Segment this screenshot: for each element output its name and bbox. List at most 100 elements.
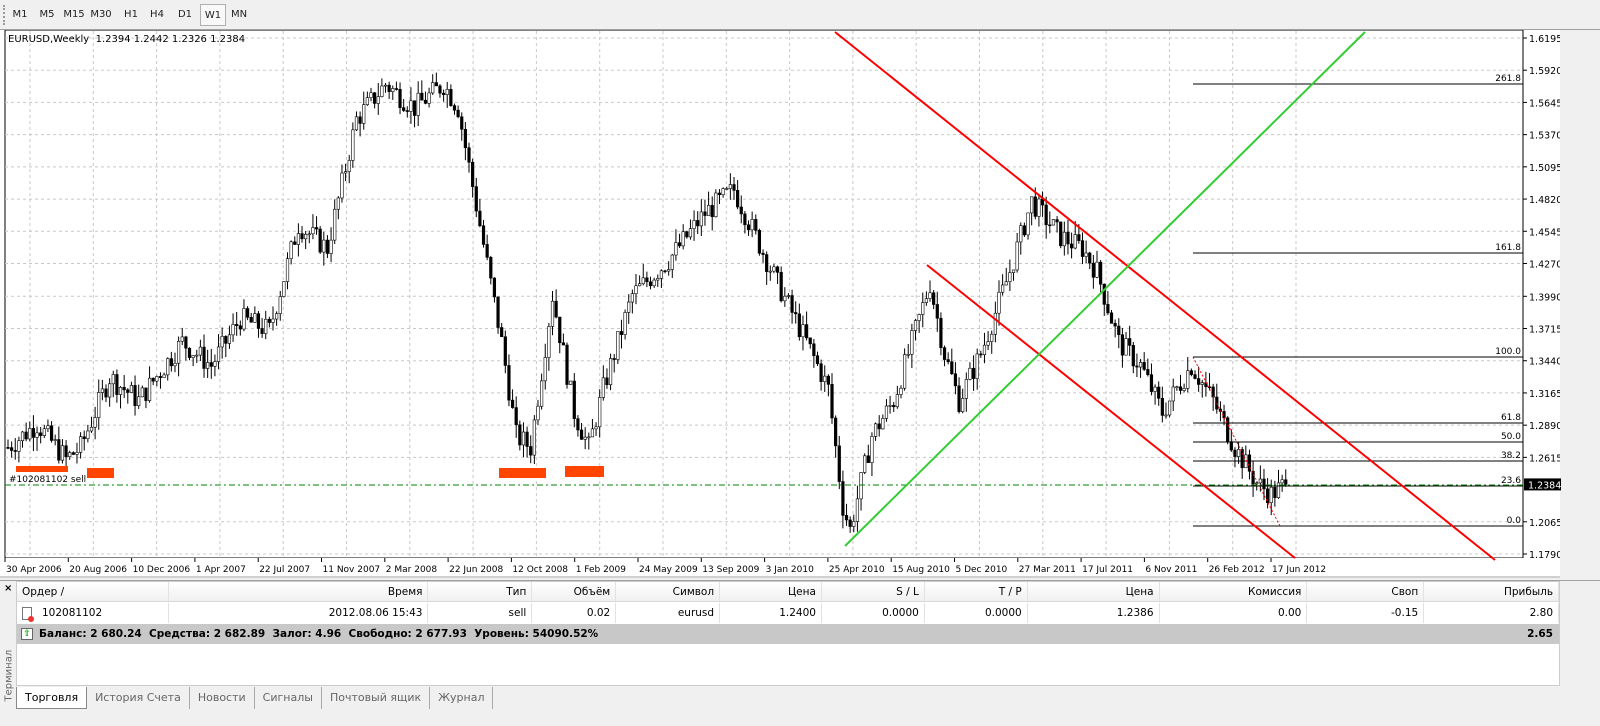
chart-title: EURUSD,Weekly 1.2394 1.2442 1.2326 1.238…: [8, 34, 245, 45]
candle-bull: [1171, 386, 1175, 402]
terminal-sidebar: × Терминал: [0, 581, 16, 726]
tab-0[interactable]: Торговля: [16, 687, 88, 709]
candle-bull: [638, 283, 642, 287]
candle-bull: [177, 340, 181, 364]
timeframe-d1[interactable]: D1: [172, 4, 198, 26]
timeframe-h4[interactable]: H4: [144, 4, 170, 26]
order-id: 102081102: [42, 607, 103, 619]
candle-bear: [460, 116, 464, 130]
candle-bull: [674, 242, 678, 256]
candle-bull: [28, 428, 32, 440]
timeframe-h1[interactable]: H1: [118, 4, 144, 26]
candle-bull: [380, 85, 384, 97]
candle-bull: [1008, 272, 1012, 283]
timeframe-w1[interactable]: W1: [200, 4, 226, 26]
candle-bull: [598, 397, 602, 428]
timeframe-m15[interactable]: M15: [61, 4, 87, 26]
column-header[interactable]: Время: [169, 582, 429, 601]
candle-bull: [1011, 269, 1016, 273]
candle-bear: [703, 211, 707, 216]
candle-bear: [1262, 478, 1266, 490]
timeframe-m1[interactable]: M1: [7, 4, 33, 26]
candle-bear: [1088, 252, 1092, 264]
column-header[interactable]: T / P: [925, 582, 1028, 601]
candle-bear: [696, 220, 700, 227]
column-header[interactable]: Ордер /: [17, 582, 169, 601]
column-header[interactable]: Прибыль: [1424, 582, 1560, 601]
candle-bear: [1099, 261, 1103, 285]
column-header[interactable]: Тип: [428, 582, 533, 601]
tab-4[interactable]: Почтовый ящик: [322, 687, 431, 709]
candle-bull: [990, 333, 994, 342]
candle-bear: [1048, 224, 1052, 227]
column-header[interactable]: Комиссия: [1160, 582, 1308, 601]
candle-bull: [271, 318, 275, 323]
tab-2[interactable]: Новости: [190, 687, 255, 709]
column-header[interactable]: Символ: [616, 582, 721, 601]
candle-bull: [1051, 219, 1056, 226]
candle-bull: [921, 302, 925, 315]
terminal-label: Терминал: [3, 649, 15, 702]
table-row[interactable]: 102081102 2012.08.06 15:43 sell 0.02 eurusd 1…: [17, 603, 1560, 623]
candle-bull: [536, 405, 540, 421]
candle-bull: [543, 357, 547, 382]
candle-bull: [659, 270, 663, 279]
tab-5[interactable]: Журнал: [430, 687, 494, 709]
timeframe-mn[interactable]: MN: [226, 4, 252, 26]
candle-bull: [206, 362, 210, 369]
candle-bull: [354, 116, 359, 131]
column-header[interactable]: Объём: [532, 582, 617, 601]
close-icon[interactable]: ×: [4, 583, 12, 594]
timeframe-m30[interactable]: M30: [88, 4, 114, 26]
balance-summary: Баланс: 2 680.24 Средства: 2 682.89 Зало…: [39, 628, 599, 640]
candle-bull: [311, 227, 315, 235]
candle-bull: [1019, 225, 1023, 243]
column-header[interactable]: Цена: [720, 582, 822, 601]
candle-bear: [717, 192, 722, 196]
candle-bull: [1037, 198, 1041, 217]
tab-3[interactable]: Сигналы: [255, 687, 322, 709]
timeframe-m5[interactable]: M5: [34, 4, 60, 26]
price-chart[interactable]: 1.6195 1.5920 1.5645 1.5370 1.5095 1.4820 1.45…: [0, 30, 1600, 578]
column-header[interactable]: Своп: [1307, 582, 1425, 601]
candle-bull: [569, 380, 573, 385]
candle-bear: [202, 346, 206, 369]
tab-1[interactable]: История Счета: [87, 687, 190, 709]
candle-bear: [572, 380, 576, 419]
terminal-tabs: Торговля История Счета Новости Сигналы Почто…: [16, 687, 494, 709]
candle-bear: [133, 385, 137, 407]
candle-bear: [358, 116, 362, 124]
candle-bear: [953, 373, 958, 387]
candle-bull: [783, 295, 787, 302]
candle-bear: [663, 270, 667, 273]
candle-bull: [547, 326, 551, 358]
candle-bear: [579, 429, 584, 440]
candle-bull: [383, 84, 388, 87]
order-label: #102081102 sell: [9, 475, 86, 485]
candle-bear: [932, 292, 936, 305]
fib-level-label: 61.8: [1501, 413, 1521, 423]
candle-bull: [652, 279, 656, 287]
column-header[interactable]: S / L: [822, 582, 925, 601]
candle-bear: [10, 447, 14, 451]
candle-bull: [852, 521, 856, 527]
candle-bear: [438, 85, 442, 94]
candle-bear: [1080, 240, 1085, 257]
candle-bear: [1251, 471, 1255, 485]
candle-bear: [576, 418, 580, 431]
candle-bear: [1135, 365, 1139, 368]
candle-bull: [706, 205, 711, 216]
candle-bull: [895, 394, 899, 408]
toolbar-grip[interactable]: [3, 5, 6, 25]
candle-bear: [892, 405, 896, 408]
candle-bear: [837, 445, 841, 482]
candle-bull: [616, 331, 620, 360]
candle-bull: [97, 392, 101, 418]
date-label: 17 Jun 2012: [1272, 565, 1326, 575]
column-header[interactable]: Цена: [1028, 582, 1160, 601]
candle-bear: [939, 317, 943, 348]
candle-bear: [245, 308, 250, 318]
candle-bear: [31, 428, 36, 438]
candle-bull: [162, 374, 166, 378]
candle-bull: [540, 380, 544, 407]
